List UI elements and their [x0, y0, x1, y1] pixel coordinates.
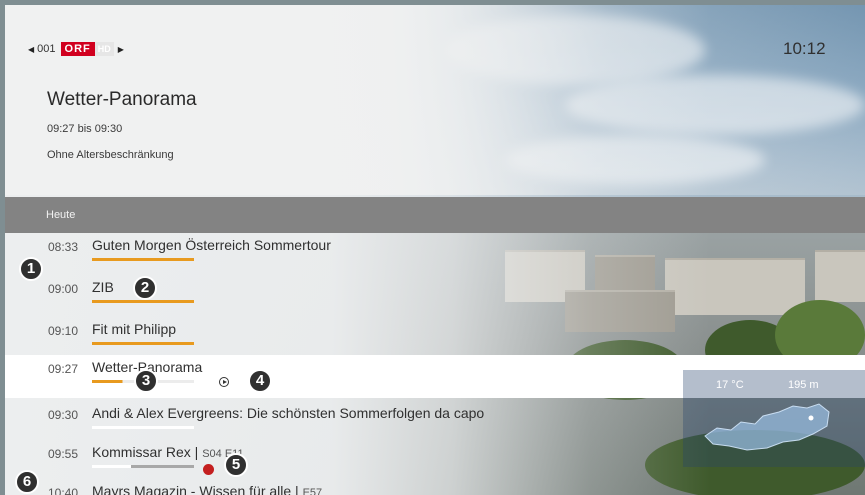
channel-number: 001	[37, 43, 56, 55]
callout-badge-4: 4	[248, 369, 272, 393]
weather-altitude: 195 m	[788, 379, 819, 391]
clock: 10:12	[783, 39, 826, 58]
program-name: Fit mit Philipp	[92, 321, 177, 337]
program-time: 09:27	[48, 362, 79, 376]
austria-map-icon	[704, 403, 830, 451]
progress-bar	[92, 300, 194, 303]
chevron-left-icon[interactable]: ◀	[28, 45, 34, 54]
day-header: Heute	[5, 197, 865, 233]
channel-logo: ORF HD	[60, 42, 114, 56]
play-icon[interactable]	[219, 377, 229, 387]
program-name-text: Mayrs Magazin - Wissen für alle	[92, 483, 292, 495]
progress-bar	[92, 426, 194, 429]
episode-label: E57	[302, 487, 323, 495]
program-name: Mayrs Magazin - Wissen für alle | E57	[92, 483, 322, 495]
program-row[interactable]: 08:33 Guten Morgen Österreich Sommertour	[5, 233, 865, 273]
callout-badge-3: 3	[134, 369, 158, 393]
callout-badge-1: 1	[19, 257, 43, 281]
program-time: 09:30	[48, 408, 79, 422]
weather-temperature: 17 °C	[716, 379, 744, 391]
program-name: Andi & Alex Evergreens: Die schönsten So…	[92, 405, 485, 421]
day-label: Heute	[46, 209, 76, 221]
callout-badge-6: 6	[15, 470, 39, 494]
program-name: ZIB	[92, 279, 114, 295]
program-time: 09:55	[48, 447, 79, 461]
program-time: 09:10	[48, 324, 79, 338]
weather-widget: 17 °C 195 m	[683, 370, 865, 467]
program-time: 09:00	[48, 282, 79, 296]
callout-badge-2: 2	[133, 276, 157, 300]
record-dot-icon	[203, 464, 214, 475]
program-row[interactable]: 10:40 Mayrs Magazin - Wissen für alle | …	[5, 479, 865, 495]
program-row[interactable]: 09:10 Fit mit Philipp	[5, 317, 865, 357]
program-name-text: Kommissar Rex	[92, 444, 191, 460]
channel-logo-hd: HD	[94, 42, 114, 56]
channel-selector[interactable]: ◀ 001 ORF HD ▶	[28, 42, 124, 56]
callout-badge-5: 5	[224, 453, 248, 477]
channel-logo-orf: ORF	[60, 42, 95, 56]
program-time: 08:33	[48, 240, 79, 254]
program-name: Kommissar Rex | S04 E11	[92, 444, 244, 460]
program-time: 10:40	[48, 486, 79, 495]
progress-bar	[92, 465, 194, 468]
age-rating: Ohne Altersbeschränkung	[47, 149, 174, 161]
tv-guide-screen: ◀ 001 ORF HD ▶ 10:12 Wetter-Panorama 09:…	[5, 5, 865, 495]
progress-bar	[92, 342, 194, 345]
progress-bar	[92, 258, 194, 261]
program-time-range: 09:27 bis 09:30	[47, 123, 123, 135]
program-title: Wetter-Panorama	[47, 89, 197, 110]
chevron-right-icon[interactable]: ▶	[118, 45, 124, 54]
program-name: Guten Morgen Österreich Sommertour	[92, 237, 331, 253]
